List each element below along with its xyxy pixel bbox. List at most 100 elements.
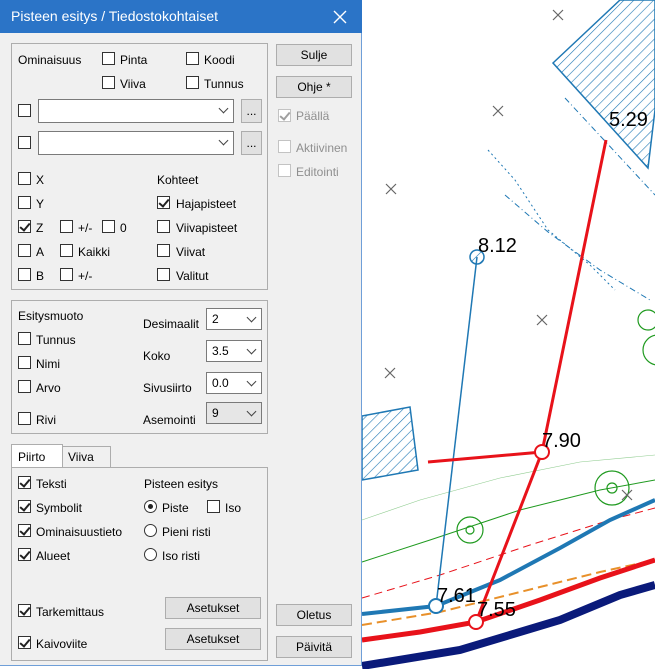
kaivoviite-checkbox[interactable] [18,636,31,649]
attribute2-checkbox[interactable] [18,136,31,149]
ominaisuus-label: Ominaisuus [18,53,82,67]
tab-piirto[interactable]: Piirto [11,444,63,468]
tab-viiva[interactable]: Viiva [61,446,111,468]
editointi-checkbox[interactable] [278,164,291,177]
pipe-red-stub [427,450,543,464]
sivusiirto-label: Sivusiirto [143,381,192,395]
tunnus-display-label: Tunnus [36,333,76,347]
kaikki-checkbox[interactable] [60,244,73,257]
tree-symbol [456,309,655,544]
kaivoviite-settings-button[interactable]: Asetukset [165,628,261,650]
teksti-checkbox[interactable] [18,476,31,489]
zero-label: 0 [120,221,127,235]
tarkemittaus-settings-button[interactable]: Asetukset [165,597,261,619]
piste-label: Piste [162,501,189,515]
window-title: Pisteen esitys / Tiedostokohtaiset [11,8,218,24]
koodi-checkbox[interactable] [186,52,199,65]
iso-risti-radio[interactable] [144,548,157,561]
chevron-down-icon [218,103,229,114]
valitut-checkbox[interactable] [157,268,170,281]
koko-label: Koko [143,349,171,363]
alueet-label: Alueet [36,549,71,563]
point-display-dialog: Pisteen esitys / Tiedostokohtaiset Omina… [0,0,362,666]
tarkemittaus-checkbox[interactable] [18,604,31,617]
attribute1-checkbox[interactable] [18,104,31,117]
hajapisteet-label: Hajapisteet [176,197,237,211]
arvo-checkbox[interactable] [18,380,31,393]
paalla-checkbox[interactable] [278,109,291,122]
teksti-label: Teksti [36,477,67,491]
ominaisuustieto-label: Ominaisuustieto [36,525,123,539]
kaivoviite-label: Kaivoviite [36,637,88,651]
iso-label: Iso [225,501,242,515]
nimi-checkbox[interactable] [18,356,31,369]
title-bar[interactable]: Pisteen esitys / Tiedostokohtaiset [0,0,362,33]
tarkemittaus-label: Tarkemittaus [36,605,105,619]
close-icon [333,10,347,23]
oletus-button[interactable]: Oletus [276,604,352,626]
tunnus-checkbox[interactable] [186,76,199,89]
asemointi-label: Asemointi [143,413,196,427]
b-label: B [36,269,45,283]
tunnus-label: Tunnus [204,77,244,91]
sulje-button[interactable]: Sulje [276,44,352,66]
x-label: X [36,173,45,187]
nimi-label: Nimi [36,357,60,371]
b-checkbox[interactable] [18,268,31,281]
chevron-down-icon [246,376,257,387]
y-checkbox[interactable] [18,196,31,209]
tunnus-display-checkbox[interactable] [18,332,31,345]
attribute1-select[interactable] [38,99,234,123]
building-hatched [361,406,419,481]
elevation-label: 7.90 [542,430,581,452]
attribute2-browse-button[interactable]: ... [241,131,262,155]
editointi-label: Editointi [296,165,339,179]
hajapisteet-checkbox[interactable] [157,196,170,209]
arvo-label: Arvo [36,381,61,395]
pinta-label: Pinta [120,53,148,67]
desimaalit-select[interactable]: 2 [206,308,262,330]
ominaisuustieto-checkbox[interactable] [18,524,31,537]
pisteen-esitys-label: Pisteen esitys [144,477,219,491]
attribute2-select[interactable] [38,131,234,155]
paivita-button[interactable]: Päivitä [276,636,352,658]
kohteet-label: Kohteet [157,173,199,187]
symbolit-label: Symbolit [36,501,83,515]
elevation-label: 5.29 [609,109,648,131]
z-label: Z [36,221,44,235]
pinta-checkbox[interactable] [102,52,115,65]
aktiivinen-checkbox[interactable] [278,140,291,153]
piste-radio[interactable] [144,500,157,513]
asemointi-select[interactable]: 9 [206,402,262,424]
zero-checkbox[interactable] [102,220,115,233]
y-label: Y [36,197,45,211]
rivi-label: Rivi [36,413,56,427]
viivapisteet-checkbox[interactable] [157,220,170,233]
viivat-label: Viivat [176,245,206,259]
viiva-checkbox[interactable] [102,76,115,89]
elevation-label: 8.12 [478,235,517,257]
z-plusminus-checkbox[interactable] [60,220,73,233]
esitysmuoto-label: Esitysmuoto [18,309,84,323]
b-plusminus-label: +/- [78,269,93,283]
pipe-navy [361,581,655,669]
ohje-button[interactable]: Ohje * [276,76,352,98]
koko-select[interactable]: 3.5 [206,340,262,362]
x-checkbox[interactable] [18,172,31,185]
z-checkbox[interactable] [18,220,31,233]
viivat-checkbox[interactable] [157,244,170,257]
symbolit-checkbox[interactable] [18,500,31,513]
sivusiirto-select[interactable]: 0.0 [206,372,262,394]
attribute1-browse-button[interactable]: ... [241,99,262,123]
elevation-label: 7.55 [477,599,516,621]
alueet-checkbox[interactable] [18,548,31,561]
close-button[interactable] [318,0,362,33]
a-label: A [36,245,45,259]
iso-checkbox[interactable] [207,500,220,513]
rivi-checkbox[interactable] [18,412,31,425]
valitut-label: Valitut [176,269,209,283]
b-plusminus-checkbox[interactable] [60,268,73,281]
pieni-risti-radio[interactable] [144,524,157,537]
a-checkbox[interactable] [18,244,31,257]
z-plusminus-label: +/- [78,221,93,235]
